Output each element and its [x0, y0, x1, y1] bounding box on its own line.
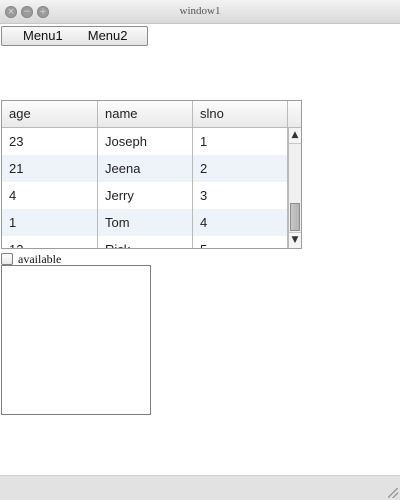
window-title: window1 [179, 5, 221, 17]
resize-grip-icon[interactable] [388, 488, 398, 498]
cell-name[interactable]: Joseph [98, 128, 193, 155]
menu-item-menu2[interactable]: Menu2 [63, 27, 128, 45]
arrow-down-icon: ▼ [291, 235, 299, 245]
table-row[interactable]: 1 Tom 4 [2, 209, 288, 236]
text-area[interactable] [1, 265, 151, 415]
cell-slno[interactable]: 1 [193, 128, 288, 155]
cell-age[interactable]: 1 [2, 209, 98, 236]
title-bar[interactable]: × − + window1 [0, 0, 400, 24]
table-header: age name slno [2, 101, 301, 128]
cell-name[interactable]: Jerry [98, 182, 193, 209]
status-bar [0, 475, 400, 500]
arrow-up-icon: ▲ [291, 130, 299, 140]
table-row[interactable]: 23 Joseph 1 [2, 128, 288, 155]
menu-item-menu1[interactable]: Menu1 [2, 27, 63, 45]
vertical-scrollbar[interactable]: ▲ ▼ [288, 128, 301, 248]
cell-name[interactable]: Tom [98, 209, 193, 236]
cell-age[interactable]: 21 [2, 155, 98, 182]
menu-bar: Menu1 Menu2 [1, 26, 148, 46]
table-row[interactable]: 4 Jerry 3 [2, 182, 288, 209]
cell-slno[interactable]: 5 [193, 236, 288, 248]
app-window: × − + window1 Menu1 Menu2 age name slno … [0, 0, 400, 500]
available-checkbox[interactable] [1, 253, 13, 265]
column-header-age[interactable]: age [2, 101, 98, 127]
table-row[interactable]: 21 Jeena 2 [2, 155, 288, 182]
column-header-name[interactable]: name [98, 101, 193, 127]
scroll-down-button[interactable]: ▼ [289, 232, 301, 248]
scroll-up-button[interactable]: ▲ [289, 128, 301, 144]
cell-slno[interactable]: 3 [193, 182, 288, 209]
column-header-slno[interactable]: slno [193, 101, 288, 127]
cell-name[interactable]: Jeena [98, 155, 193, 182]
table-body: 23 Joseph 1 21 Jeena 2 4 Jerry 3 1 Tom 4… [2, 128, 288, 248]
cell-age[interactable]: 12 [2, 236, 98, 248]
table-row[interactable]: 12 Rick 5 [2, 236, 288, 248]
data-table: age name slno 23 Joseph 1 21 Jeena 2 4 J… [1, 100, 302, 249]
cell-slno[interactable]: 2 [193, 155, 288, 182]
cell-age[interactable]: 23 [2, 128, 98, 155]
header-corner [288, 101, 301, 127]
cell-age[interactable]: 4 [2, 182, 98, 209]
cell-name[interactable]: Rick [98, 236, 193, 248]
scroll-thumb[interactable] [290, 203, 300, 231]
cell-slno[interactable]: 4 [193, 209, 288, 236]
